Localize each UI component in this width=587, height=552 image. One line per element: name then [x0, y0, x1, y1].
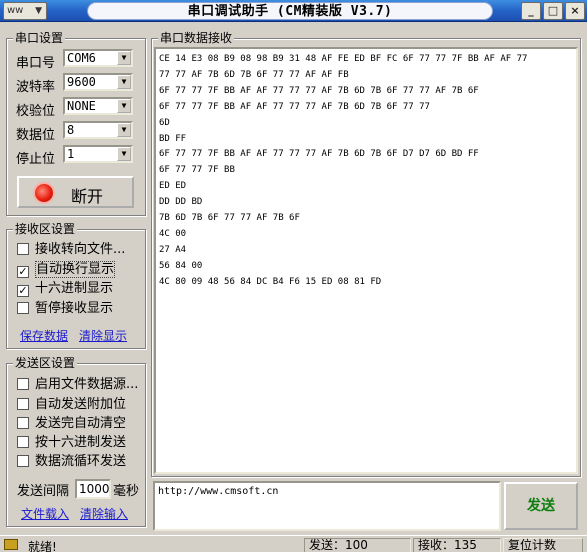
send-settings-title: 发送区设置	[13, 356, 78, 370]
window-title: 串口调试助手 (CM精装版 V3.7)	[87, 2, 493, 20]
checkmark-icon: ✓	[17, 284, 29, 297]
checkbox-label: 接收转向文件...	[35, 242, 126, 257]
parity-select[interactable]: NONE ▼	[63, 97, 133, 115]
parity-label: 校验位	[16, 104, 56, 119]
baud-select[interactable]: 9600 ▼	[63, 73, 133, 91]
port-select[interactable]: COM6 ▼	[63, 49, 133, 67]
ready-icon	[4, 539, 18, 550]
send-button[interactable]: 发送	[504, 482, 578, 530]
chevron-down-icon[interactable]: ▼	[117, 75, 131, 89]
file-source-checkbox[interactable]: 启用文件数据源...	[17, 378, 138, 392]
checkbox-icon	[17, 398, 29, 410]
chevron-down-icon[interactable]: ▼	[117, 123, 131, 137]
checkbox-label: 暂停接收显示	[35, 301, 114, 316]
receive-data-line: 6F 77 77 7F BB AF AF 77 77 77 AF 7B 6D 7…	[159, 85, 479, 96]
chevron-down-icon[interactable]: ▼	[117, 51, 131, 65]
app-icon: ww	[7, 5, 24, 16]
minimize-button[interactable]: _	[521, 2, 541, 20]
disconnect-button[interactable]: 断开	[17, 176, 134, 208]
recv-to-file-checkbox[interactable]: 接收转向文件...	[17, 243, 125, 257]
pause-display-checkbox[interactable]: 暂停接收显示	[17, 302, 113, 316]
save-data-link[interactable]: 保存数据	[20, 327, 68, 344]
clear-input-link[interactable]: 清除输入	[80, 505, 128, 522]
port-label: 串口号	[16, 56, 56, 71]
checkbox-icon	[17, 455, 29, 467]
system-menu-button[interactable]: ww ▼	[3, 2, 47, 20]
baud-value: 9600	[67, 75, 96, 89]
status-ready-text: 就绪!	[28, 540, 57, 552]
databits-label: 数据位	[16, 128, 56, 143]
close-button[interactable]: ×	[565, 2, 585, 20]
send-interval-unit: 毫秒	[113, 484, 140, 499]
stopbits-value: 1	[67, 147, 75, 161]
received-counter: 接收：135	[413, 538, 501, 552]
chevron-down-icon: ▼	[35, 6, 42, 16]
load-file-link[interactable]: 文件载入	[21, 505, 69, 522]
checkbox-label: 启用文件数据源...	[35, 377, 139, 392]
chevron-down-icon[interactable]: ▼	[117, 99, 131, 113]
checkbox-label: 自动发送附加位	[35, 397, 127, 412]
checkbox-icon	[17, 417, 29, 429]
receive-data-line: BD FF	[159, 133, 187, 144]
receive-data-title: 串口数据接收	[158, 31, 235, 45]
receive-data-line: 6F 77 77 7F BB AF AF 77 77 77 AF 7B 6D 7…	[159, 149, 479, 160]
checkbox-icon	[17, 436, 29, 448]
receive-data-line: 27 A4	[159, 244, 187, 255]
checkbox-label: 按十六进制发送	[35, 435, 127, 450]
hex-display-checkbox[interactable]: ✓ 十六进制显示	[17, 282, 113, 297]
receive-data-line: CE 14 E3 08 B9 08 98 B9 31 48 AF FE ED B…	[159, 54, 528, 64]
send-data-textarea[interactable]: http://www.cmsoft.cn	[153, 481, 501, 531]
receive-data-line: DD DD BD	[159, 197, 203, 208]
receive-settings-group: 接收区设置 接收转向文件... ✓ 自动换行显示 ✓ 十六进制显示 暂停接收显示 保…	[6, 222, 146, 349]
receive-settings-title: 接收区设置	[13, 222, 78, 236]
parity-value: NONE	[67, 99, 96, 113]
checkbox-label: 数据流循环发送	[35, 454, 127, 469]
checkbox-label: 自动换行显示	[35, 261, 116, 278]
stopbits-select[interactable]: 1 ▼	[63, 145, 133, 163]
receive-data-line: 4C 00	[159, 228, 187, 239]
reset-count-button[interactable]: 复位计数	[503, 538, 583, 552]
maximize-button[interactable]: □	[543, 2, 563, 20]
checkbox-label: 发送完自动清空	[35, 416, 127, 431]
checkbox-icon	[17, 302, 29, 314]
databits-select[interactable]: 8 ▼	[63, 121, 133, 139]
stopbits-label: 停止位	[16, 152, 56, 167]
baud-label: 波特率	[16, 80, 56, 95]
disconnect-button-label: 断开	[71, 187, 104, 206]
auto-wrap-checkbox[interactable]: ✓ 自动换行显示	[17, 261, 116, 278]
checkbox-icon	[17, 243, 29, 255]
receive-data-textarea[interactable]: CE 14 E3 08 B9 08 98 B9 31 48 AF FE ED B…	[154, 47, 578, 474]
send-interval-label: 发送间隔	[17, 484, 70, 499]
receive-data-line: 4C 80 09 48 56 84 DC B4 F6 15 ED 08 81 F…	[159, 276, 382, 287]
chevron-down-icon[interactable]: ▼	[117, 147, 131, 161]
receive-data-line: 56 84 00	[159, 260, 203, 271]
auto-clear-checkbox[interactable]: 发送完自动清空	[17, 417, 126, 431]
loop-send-checkbox[interactable]: 数据流循环发送	[17, 455, 126, 469]
hex-send-checkbox[interactable]: 按十六进制发送	[17, 436, 126, 450]
send-settings-group: 发送区设置 启用文件数据源... 自动发送附加位 发送完自动清空 按十六进制发送…	[6, 356, 146, 527]
receive-data-line: 77 77 AF 7B 6D 7B 6F 77 77 AF AF FB	[159, 69, 349, 80]
serial-settings-group: 串口设置 串口号 COM6 ▼ 波特率 9600 ▼ 校验位 NONE ▼ 数据…	[6, 31, 146, 216]
send-interval-input[interactable]: 1000	[75, 479, 111, 499]
status-led-icon	[35, 184, 53, 202]
sent-counter: 发送：100	[304, 538, 411, 552]
clear-display-link[interactable]: 清除显示	[79, 327, 127, 344]
status-bar: 就绪! 发送：100 接收：135 复位计数	[0, 535, 587, 552]
checkbox-icon	[17, 378, 29, 390]
auto-append-checkbox[interactable]: 自动发送附加位	[17, 398, 126, 412]
checkmark-icon: ✓	[17, 265, 29, 278]
receive-data-line: 6D	[159, 117, 170, 128]
receive-data-line: 6F 77 77 7F BB	[159, 165, 235, 176]
receive-data-line: 7B 6D 7B 6F 77 77 AF 7B 6F	[159, 213, 300, 224]
receive-data-line: ED ED	[159, 181, 187, 192]
title-bar: ww ▼ 串口调试助手 (CM精装版 V3.7) _ □ ×	[0, 0, 587, 22]
receive-data-line: 6F 77 77 7F BB AF AF 77 77 77 AF 7B 6D 7…	[159, 101, 430, 112]
port-value: COM6	[67, 51, 96, 65]
serial-settings-title: 串口设置	[13, 31, 66, 45]
databits-value: 8	[67, 123, 75, 137]
checkbox-label: 十六进制显示	[35, 281, 114, 296]
